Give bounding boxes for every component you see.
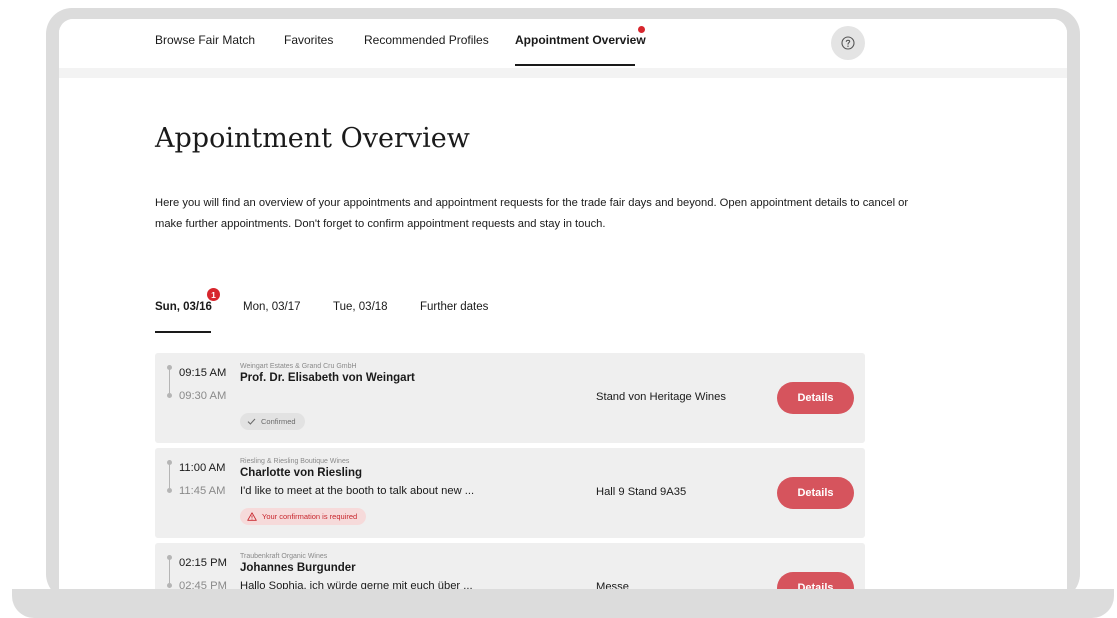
time-rail-dot [167,365,172,370]
start-time: 09:15 AM [179,367,227,379]
warning-icon [247,512,257,521]
location: Stand von Heritage Wines [596,391,726,403]
time-rail [169,557,170,583]
intro-text: Here you will find an overview of your a… [155,197,909,230]
appointment-card[interactable]: 02:15 PM 02:45 PM Traubenkraft Organic W… [155,543,865,591]
tab-tue-03-18[interactable]: Tue, 03/18 [333,301,388,313]
help-circle-icon [841,36,855,50]
contact-name: Prof. Dr. Elisabeth von Weingart [240,372,415,384]
time-rail-dot [167,555,172,560]
time-rail [169,367,170,393]
contact-name: Charlotte von Riesling [240,467,363,479]
time-rail-dot [167,460,172,465]
help-button[interactable] [831,26,865,60]
company-name: Riesling & Riesling Boutique Wines [240,458,350,465]
start-time: 02:15 PM [179,557,227,569]
day-tab-active-indicator [155,331,211,333]
tab-further-dates[interactable]: Further dates [420,301,488,313]
laptop-base [12,589,1114,618]
header-shadow-band [59,68,1067,78]
top-navigation: Browse Fair Match Favorites Recommended … [59,19,1067,68]
details-button[interactable]: Details [777,477,854,509]
time-rail-dot [167,393,172,398]
nav-browse-fair-match[interactable]: Browse Fair Match [155,33,255,47]
status-badge-confirmation-required: Your confirmation is required [240,508,367,525]
company-name: Weingart Estates & Grand Cru GmbH [240,363,357,370]
status-text: Confirmed [261,417,296,426]
status-text: Your confirmation is required [262,512,358,521]
notification-dot [638,26,645,33]
details-button[interactable]: Details [777,382,854,414]
nav-recommended-profiles[interactable]: Recommended Profiles [364,33,489,47]
check-icon [247,418,256,425]
appointment-card[interactable]: 11:00 AM 11:45 AM Riesling & Riesling Bo… [155,448,865,538]
time-rail-dot [167,583,172,588]
nav-appointment-overview[interactable]: Appointment Overview [515,33,646,47]
end-time: 09:30 AM [179,390,227,402]
message-preview: I'd like to meet at the booth to talk ab… [240,485,475,497]
end-time: 11:45 AM [179,485,226,497]
time-rail [169,462,170,488]
app-screen: Browse Fair Match Favorites Recommended … [59,19,1067,591]
status-badge-confirmed: Confirmed [240,413,305,430]
tab-sun-03-16[interactable]: Sun, 03/16 [155,301,212,313]
tab-mon-03-17[interactable]: Mon, 03/17 [243,301,301,313]
start-time: 11:00 AM [179,462,226,474]
contact-name: Johannes Burgunder [240,562,356,574]
page-title: Appointment Overview [155,123,470,154]
appointment-card[interactable]: 09:15 AM 09:30 AM Weingart Estates & Gra… [155,353,865,443]
company-name: Traubenkraft Organic Wines [240,553,328,560]
nav-active-indicator [515,64,635,66]
location: Hall 9 Stand 9A35 [596,486,687,498]
time-rail-dot [167,488,172,493]
tab-badge: 1 [207,288,220,301]
nav-favorites[interactable]: Favorites [284,33,333,47]
